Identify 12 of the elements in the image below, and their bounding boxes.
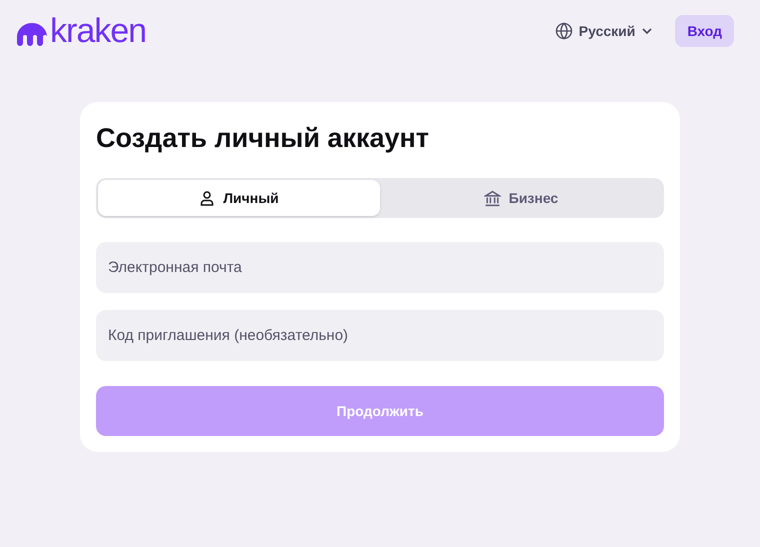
account-type-tab[interactable]: Бизнес [380, 180, 662, 216]
language-selector[interactable]: Русский [554, 20, 654, 42]
input-field[interactable]: Код приглашения (необязательно) [96, 310, 664, 361]
login-button[interactable]: Вход [675, 15, 734, 47]
logo-wordmark: kraken [50, 16, 146, 46]
page-title: Создать личный аккаунт [96, 122, 430, 155]
bank-icon [484, 190, 501, 206]
person-icon [199, 190, 216, 206]
account-type-tab[interactable]: Личный [98, 180, 380, 216]
input-field[interactable]: Электронная почта [96, 242, 664, 293]
logo-icon [16, 22, 48, 46]
globe-icon [554, 22, 573, 40]
